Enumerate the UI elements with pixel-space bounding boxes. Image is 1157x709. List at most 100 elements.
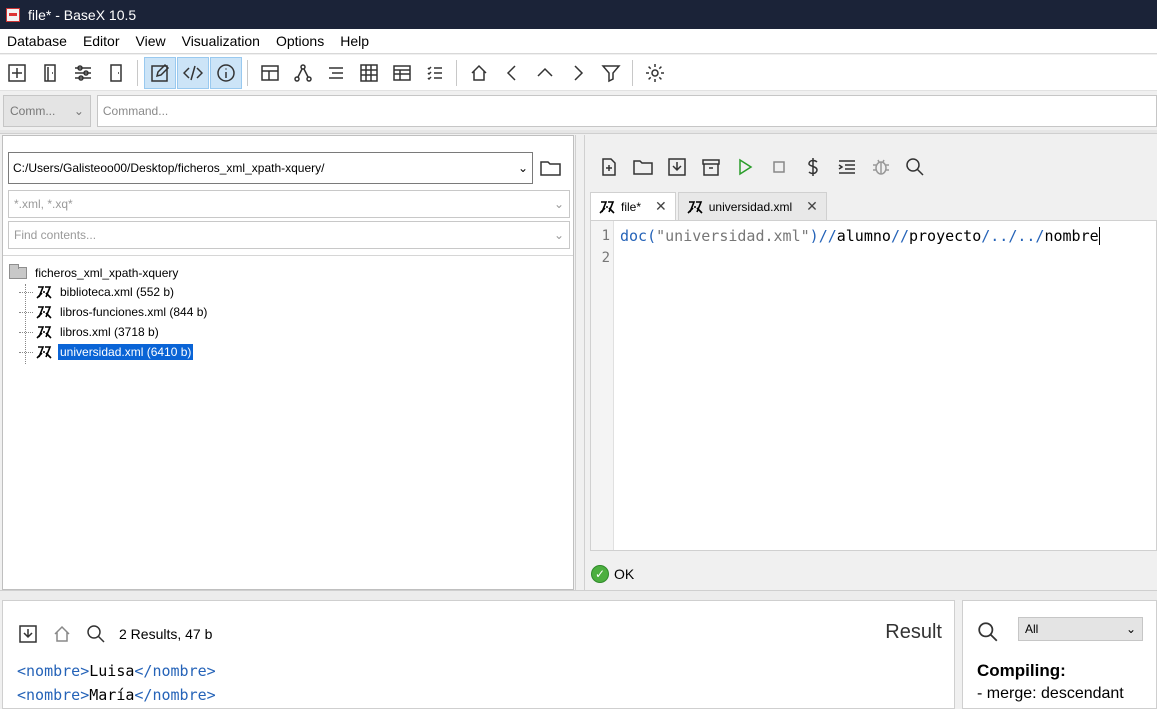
- tree-root-label: ficheros_xml_xpath-xquery: [35, 266, 179, 280]
- toggle-info-button[interactable]: [210, 56, 242, 89]
- project-path-value: C:/Users/Galisteoo00/Desktop/ficheros_xm…: [13, 161, 325, 175]
- vertical-splitter[interactable]: [575, 135, 585, 590]
- tab-file[interactable]: file* ✕: [590, 192, 676, 220]
- sliders-icon: [75, 64, 91, 81]
- panel-splitter[interactable]: [0, 130, 1157, 134]
- layout-icon: [261, 64, 279, 81]
- menu-options[interactable]: Options: [276, 33, 324, 49]
- run-query-button[interactable]: [729, 153, 761, 181]
- menu-visualization[interactable]: Visualization: [182, 33, 260, 49]
- tree-root-folder[interactable]: ficheros_xml_xpath-xquery: [9, 264, 209, 282]
- tab-label: file*: [621, 199, 642, 214]
- tree-item-biblioteca[interactable]: biblioteca.xml (552 b): [19, 282, 209, 302]
- tree-item-libros-funciones[interactable]: libros-funciones.xml (844 b): [19, 302, 209, 322]
- command-mode-value: Comm...: [10, 104, 56, 118]
- xml-value: Luisa: [89, 662, 135, 680]
- folder-icon: [9, 264, 27, 279]
- new-file-button[interactable]: [593, 153, 625, 181]
- stop-icon: [773, 161, 785, 173]
- tree-item-label: libros-funciones.xml (844 b): [60, 305, 208, 319]
- tree-icon: [294, 63, 312, 82]
- code-token: /../../: [981, 226, 1045, 245]
- back-button[interactable]: [496, 57, 528, 89]
- find-button[interactable]: [899, 153, 931, 181]
- plot-view-button[interactable]: [353, 57, 385, 89]
- close-tab-icon[interactable]: ✕: [655, 198, 667, 215]
- code-icon: [183, 65, 203, 80]
- result-line: <nombre> Luisa </nombre>: [17, 659, 216, 683]
- tree-guide-line: [25, 284, 26, 364]
- toolbar-separator: [137, 59, 138, 86]
- editor-panel: file* ✕ universidad.xml ✕ 1 doc("univers…: [585, 135, 1157, 590]
- folder-view-button[interactable]: [320, 57, 352, 89]
- file-tree: ficheros_xml_xpath-xquery biblioteca.xml…: [9, 264, 209, 364]
- gear-icon: [646, 63, 664, 82]
- chevron-up-icon: [537, 67, 553, 77]
- save-file-button[interactable]: [661, 153, 693, 181]
- tree-connector: [19, 331, 33, 333]
- xml-file-icon: [687, 200, 703, 214]
- info-text: - merge: descendant: [977, 685, 1124, 702]
- tree-item-label-selected: universidad.xml (6410 b): [58, 344, 194, 360]
- open-database-button[interactable]: [34, 57, 66, 89]
- menu-help[interactable]: Help: [340, 33, 369, 49]
- result-count: 2 Results, 47 b: [119, 626, 213, 642]
- info-search-button[interactable]: [977, 621, 1001, 645]
- code-token: doc: [620, 226, 648, 245]
- archive-icon: [702, 159, 720, 176]
- xml-open-tag: <nombre>: [17, 686, 90, 704]
- tree-item-universidad[interactable]: universidad.xml (6410 b): [19, 342, 209, 362]
- toggle-editor-button[interactable]: [144, 56, 176, 89]
- find-contents-placeholder: Find contents...: [14, 228, 97, 242]
- panel-splitter[interactable]: [0, 590, 1157, 600]
- new-database-button[interactable]: [1, 57, 33, 89]
- project-path-combo[interactable]: C:/Users/Galisteoo00/Desktop/ficheros_xm…: [8, 152, 533, 184]
- file-filter-input[interactable]: *.xml, *.xq* ⌄: [8, 190, 570, 218]
- preferences-button[interactable]: [639, 57, 671, 89]
- tree-view-button[interactable]: [287, 57, 319, 89]
- code-line: 2: [591, 247, 610, 269]
- tree-connector: [19, 311, 33, 313]
- info-icon: [217, 63, 235, 82]
- main-toolbar: [0, 55, 1157, 91]
- info-filter-select[interactable]: All ⌄: [1018, 617, 1143, 641]
- home-button[interactable]: [49, 621, 75, 647]
- chevron-down-icon: ⌄: [73, 104, 84, 118]
- tab-universidad[interactable]: universidad.xml ✕: [677, 192, 827, 220]
- tree-item-libros[interactable]: libros.xml (3718 b): [19, 322, 209, 342]
- filter-button[interactable]: [595, 57, 627, 89]
- save-as-button[interactable]: [695, 153, 727, 181]
- forward-button[interactable]: [562, 57, 594, 89]
- command-input[interactable]: Command...: [96, 95, 1157, 127]
- menu-view[interactable]: View: [136, 33, 166, 49]
- home-button[interactable]: [463, 57, 495, 89]
- toolbar-separator: [456, 59, 457, 86]
- menu-editor[interactable]: Editor: [83, 33, 120, 49]
- command-mode-select[interactable]: Comm... ⌄: [3, 95, 91, 127]
- format-button[interactable]: [831, 153, 863, 181]
- home-icon: [471, 64, 487, 81]
- menu-database[interactable]: Database: [7, 33, 67, 49]
- close-database-button[interactable]: [100, 57, 132, 89]
- search-result-button[interactable]: [83, 621, 109, 647]
- explore-view-button[interactable]: [419, 57, 451, 89]
- map-view-button[interactable]: [254, 57, 286, 89]
- door-open-icon: [44, 63, 56, 82]
- find-contents-input[interactable]: Find contents... ⌄: [8, 221, 570, 249]
- play-icon: [739, 158, 753, 176]
- variables-button[interactable]: [797, 153, 829, 181]
- chevron-down-icon: ⌄: [553, 197, 564, 211]
- debug-button[interactable]: [865, 153, 897, 181]
- toggle-result-button[interactable]: [177, 56, 209, 89]
- up-button[interactable]: [529, 57, 561, 89]
- query-editor[interactable]: 1 doc("universidad.xml")//alumno//proyec…: [590, 220, 1157, 551]
- close-tab-icon[interactable]: ✕: [806, 198, 818, 215]
- export-result-button[interactable]: [15, 621, 41, 647]
- open-file-button[interactable]: [627, 153, 659, 181]
- stop-query-button[interactable]: [763, 153, 795, 181]
- table-view-button[interactable]: [386, 57, 418, 89]
- editor-status: ✓ OK: [591, 565, 634, 583]
- choose-folder-button[interactable]: [539, 156, 563, 180]
- database-properties-button[interactable]: [67, 57, 99, 89]
- bug-icon: [873, 159, 889, 175]
